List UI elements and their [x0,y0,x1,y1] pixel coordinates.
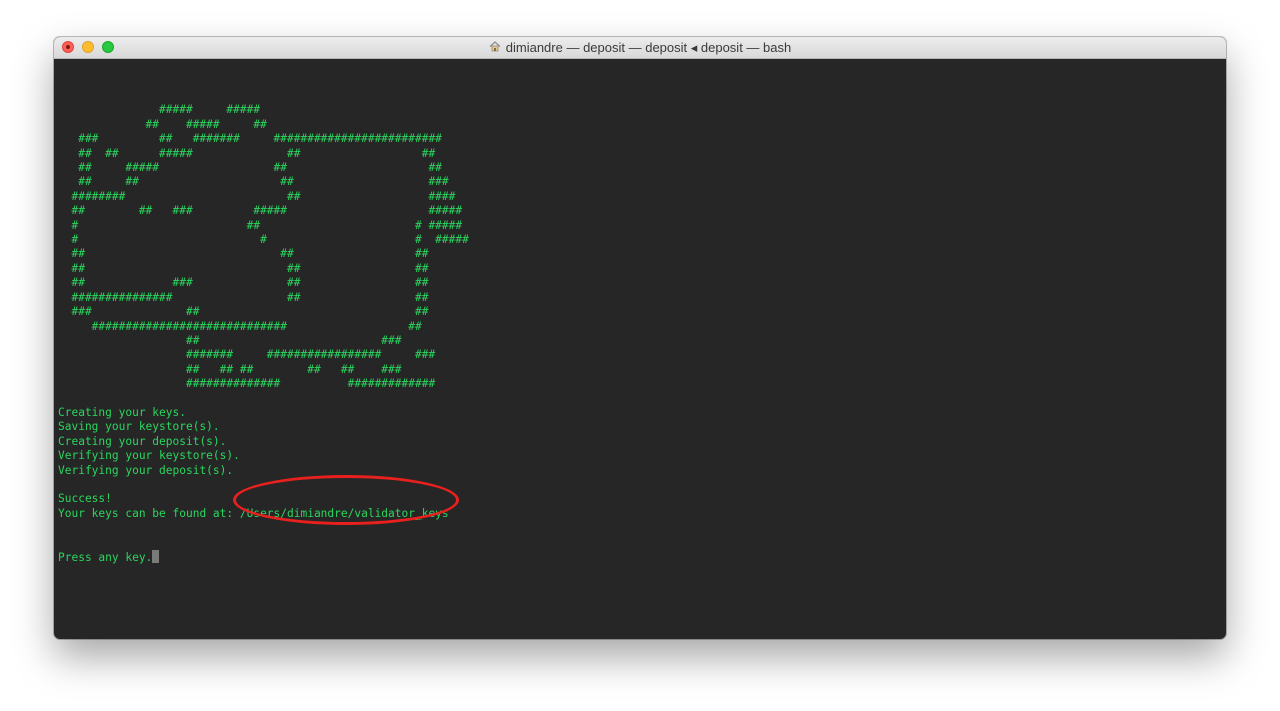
ascii-art-logo: ##### ##### ## ##### ## ### ## ####### #… [71,103,469,391]
press-any-key-prompt: Press any key. [58,551,153,564]
status-line: Verifying your deposit(s). [58,463,234,477]
status-line: Creating your keys. [58,405,186,419]
status-line: Verifying your keystore(s). [58,449,240,463]
keys-location-label: Your keys can be found at: [58,506,240,520]
window-title-area: dimiandre — deposit — deposit ◂ deposit … [54,37,1226,58]
window-title: dimiandre — deposit — deposit ◂ deposit … [505,40,792,55]
text-cursor [152,550,160,563]
title-bar[interactable]: dimiandre — deposit — deposit ◂ deposit … [54,37,1226,59]
success-message: Success! [58,492,112,506]
keys-path[interactable]: /Users/dimiandre/validator_keys [240,507,449,520]
status-line: Saving your keystore(s). [58,420,220,434]
home-icon [489,37,501,58]
terminal-output[interactable]: ##### ##### ## ##### ## ### ## ####### #… [58,89,469,565]
status-line: Creating your deposit(s). [58,434,227,448]
terminal-window: dimiandre — deposit — deposit ◂ deposit … [54,37,1226,639]
